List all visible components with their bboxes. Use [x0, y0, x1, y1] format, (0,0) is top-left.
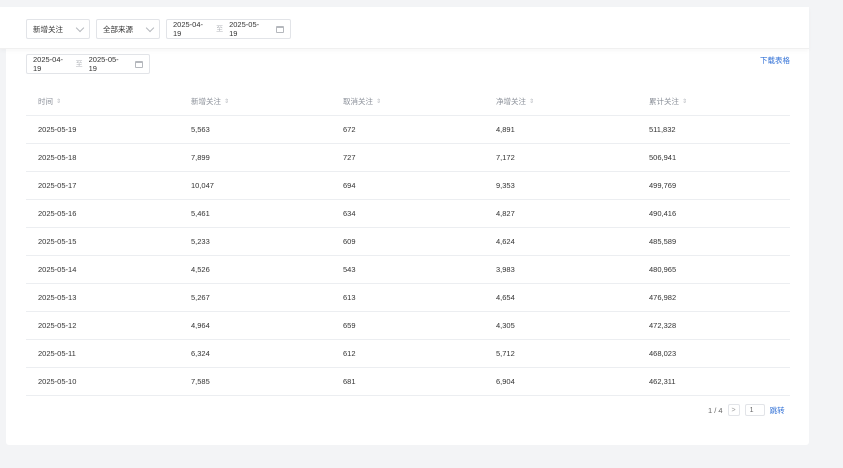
table-row: 2025-05-12 4,964 659 4,305 472,328: [26, 311, 790, 340]
table-cell: 4,526: [179, 255, 331, 284]
right-gutter: [809, 0, 843, 468]
column-header[interactable]: 净增关注 ⇕: [484, 88, 637, 116]
table-cell: 480,965: [637, 255, 790, 284]
table-cell: 613: [331, 283, 484, 312]
sort-icon: ⇕: [376, 98, 382, 105]
table-cell: 468,023: [637, 339, 790, 368]
column-header[interactable]: 取消关注 ⇕: [331, 88, 484, 116]
range-end: 2025-05-19: [88, 55, 119, 73]
sort-icon: ⇕: [682, 98, 688, 105]
table-cell: 681: [331, 367, 484, 396]
table-cell: 476,982: [637, 283, 790, 312]
table-cell: 499,769: [637, 171, 790, 200]
table-cell: 7,899: [179, 143, 331, 172]
table-cell: 506,941: [637, 143, 790, 172]
sort-icon: ⇕: [56, 98, 62, 105]
table-cell: 5,712: [484, 339, 637, 368]
table-cell: 6,324: [179, 339, 331, 368]
table-cell: 727: [331, 143, 484, 172]
range-start: 2025-04-19: [173, 20, 204, 38]
calendar-icon: [276, 25, 284, 33]
table-row: 2025-05-15 5,233 609 4,624 485,589: [26, 227, 790, 256]
range-start: 2025-04-19: [33, 55, 64, 73]
chevron-down-icon: [145, 23, 155, 33]
table-cell: 6,904: [484, 367, 637, 396]
chevron-down-icon: [75, 23, 85, 33]
table-cell: 4,654: [484, 283, 637, 312]
range-end: 2025-05-19: [229, 20, 260, 38]
table-cell: 9,353: [484, 171, 637, 200]
table-cell: 10,047: [179, 171, 331, 200]
table-cell: 4,891: [484, 115, 637, 144]
table-cell: 462,311: [637, 367, 790, 396]
table-cell: 5,461: [179, 199, 331, 228]
top-date-range[interactable]: 2025-04-19 至 2025-05-19: [166, 19, 291, 39]
table-cell: 511,832: [637, 115, 790, 144]
table-cell: 5,563: [179, 115, 331, 144]
table-cell: 2025-05-17: [26, 171, 179, 200]
source-select[interactable]: 全部来源: [96, 19, 160, 39]
table-cell: 543: [331, 255, 484, 284]
column-header[interactable]: 时间 ⇕: [26, 88, 179, 116]
column-header[interactable]: 累计关注 ⇕: [637, 88, 790, 116]
table-row: 2025-05-18 7,899 727 7,172 506,941: [26, 143, 790, 172]
table-date-range[interactable]: 2025-04-19 至 2025-05-19: [26, 54, 150, 74]
table-row: 2025-05-17 10,047 694 9,353 499,769: [26, 171, 790, 200]
table-cell: 2025-05-19: [26, 115, 179, 144]
table-cell: 7,172: [484, 143, 637, 172]
table-cell: 634: [331, 199, 484, 228]
column-header[interactable]: 新增关注 ⇕: [179, 88, 331, 116]
table-cell: 2025-05-12: [26, 311, 179, 340]
page-info: 1 / 4: [708, 405, 723, 415]
range-separator: 至: [75, 61, 83, 68]
table-cell: 609: [331, 227, 484, 256]
table-row: 2025-05-19 5,563 672 4,891 511,832: [26, 115, 790, 144]
table-cell: 7,585: [179, 367, 331, 396]
page-number-input[interactable]: 1: [744, 404, 765, 416]
table-cell: 485,589: [637, 227, 790, 256]
table-cell: 5,267: [179, 283, 331, 312]
calendar-icon: [135, 60, 144, 68]
table-row: 2025-05-10 7,585 681 6,904 462,311: [26, 367, 790, 396]
table-cell: 2025-05-16: [26, 199, 179, 228]
source-select-value: 全部来源: [103, 24, 133, 34]
table-row: 2025-05-14 4,526 543 3,983 480,965: [26, 255, 790, 284]
stats-table: 时间 ⇕ 新增关注 ⇕ 取消关注 ⇕ 净增关注 ⇕ 累计关注 ⇕ 2025-05-19 5,…: [26, 88, 790, 396]
table-cell: 2025-05-13: [26, 283, 179, 312]
pagination: 1 / 4 > 1 跳转: [708, 403, 785, 417]
table-row: 2025-05-11 6,324 612 5,712 468,023: [26, 339, 790, 368]
table-cell: 694: [331, 171, 484, 200]
next-page-button[interactable]: >: [727, 404, 740, 416]
table-header-row: 时间 ⇕ 新增关注 ⇕ 取消关注 ⇕ 净增关注 ⇕ 累计关注 ⇕: [26, 88, 790, 116]
range-separator: 至: [216, 26, 224, 33]
table-cell: 4,624: [484, 227, 637, 256]
table-cell: 490,416: [637, 199, 790, 228]
sort-icon: ⇕: [529, 98, 535, 105]
top-filter-bar: 新增关注 全部来源 2025-04-19 至 2025-05-19: [0, 7, 809, 49]
sort-icon: ⇕: [224, 98, 230, 105]
table-cell: 612: [331, 339, 484, 368]
download-table-link[interactable]: 下载表格: [760, 55, 790, 66]
table-cell: 672: [331, 115, 484, 144]
table-cell: 4,964: [179, 311, 331, 340]
table-row: 2025-05-16 5,461 634 4,827 490,416: [26, 199, 790, 228]
table-row: 2025-05-13 5,267 613 4,654 476,982: [26, 283, 790, 312]
table-cell: 5,233: [179, 227, 331, 256]
type-select-value: 新增关注: [33, 24, 63, 34]
chevron-right-icon: >: [731, 406, 736, 414]
table-cell: 2025-05-15: [26, 227, 179, 256]
jump-button[interactable]: 跳转: [770, 405, 785, 416]
table-cell: 2025-05-10: [26, 367, 179, 396]
type-select[interactable]: 新增关注: [26, 19, 90, 39]
table-cell: 2025-05-14: [26, 255, 179, 284]
table-cell: 2025-05-11: [26, 339, 179, 368]
table-cell: 4,827: [484, 199, 637, 228]
table-cell: 2025-05-18: [26, 143, 179, 172]
table-cell: 4,305: [484, 311, 637, 340]
table-cell: 659: [331, 311, 484, 340]
table-cell: 472,328: [637, 311, 790, 340]
table-cell: 3,983: [484, 255, 637, 284]
